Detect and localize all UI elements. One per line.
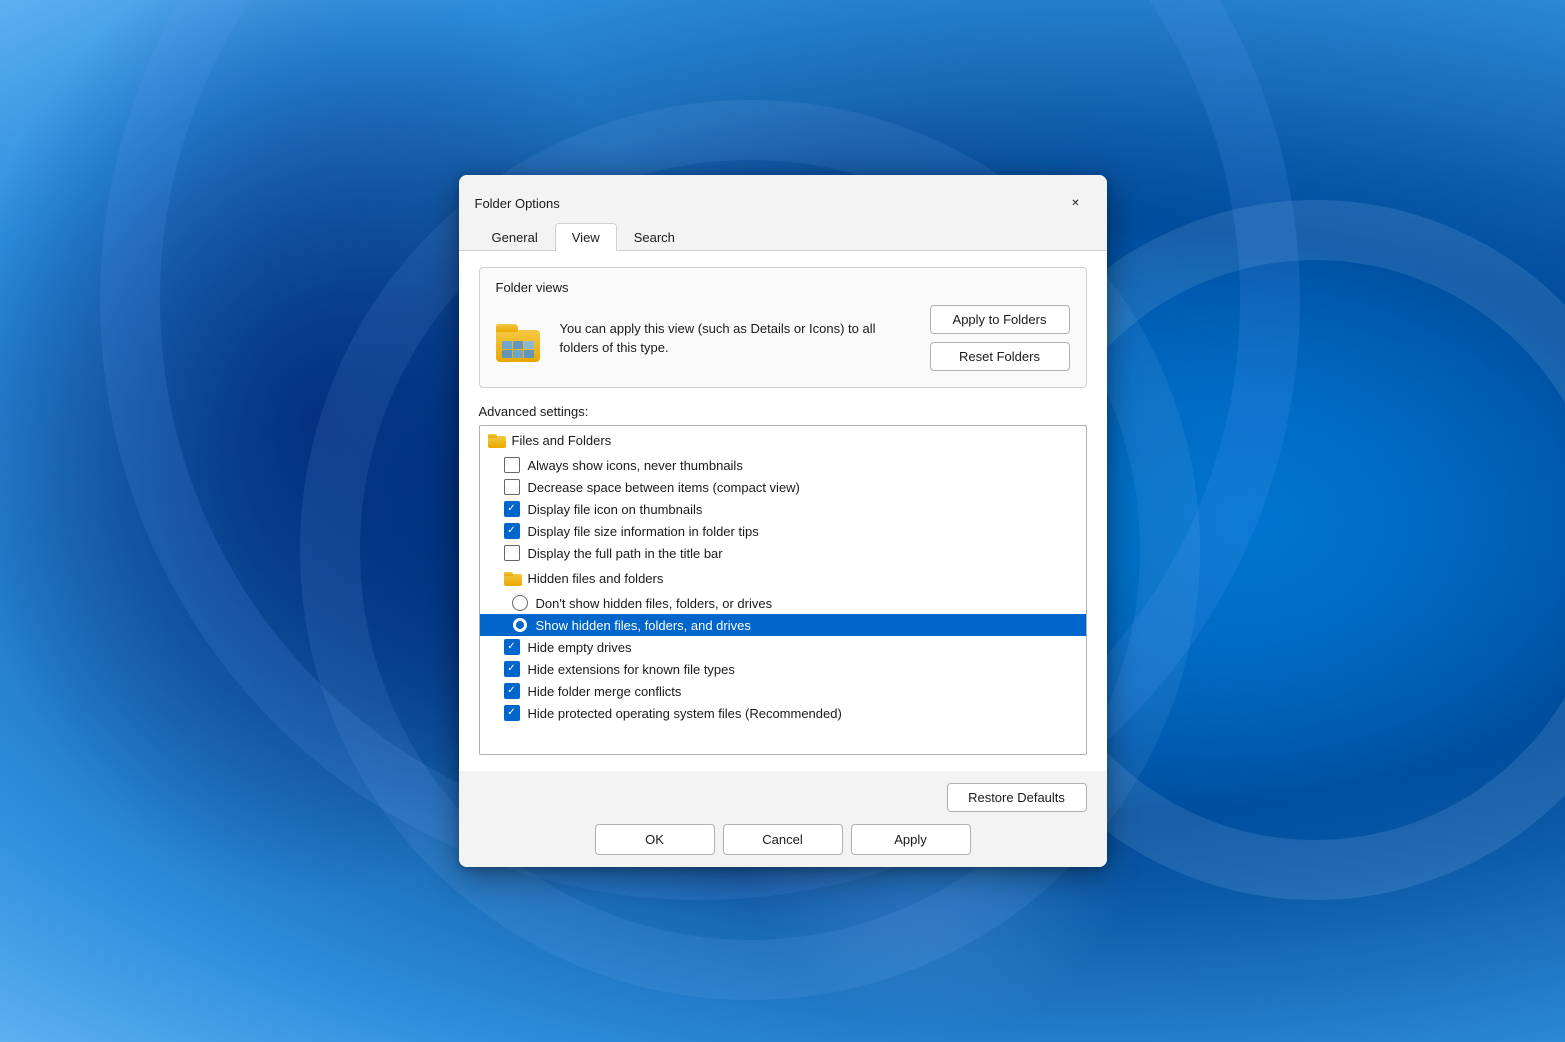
- grid-cell: [502, 341, 512, 349]
- folder-views-row: You can apply this view (such as Details…: [496, 305, 1070, 371]
- group-label: Files and Folders: [512, 433, 612, 448]
- setting-label: Display the full path in the title bar: [528, 546, 723, 561]
- tab-general[interactable]: General: [475, 223, 555, 251]
- settings-list[interactable]: Files and Folders Always show icons, nev…: [479, 425, 1087, 755]
- cancel-button[interactable]: Cancel: [723, 824, 843, 855]
- checkbox-display-file-icon[interactable]: [504, 501, 520, 517]
- restore-defaults-row: Restore Defaults: [479, 783, 1087, 812]
- checkbox-hide-extensions[interactable]: [504, 661, 520, 677]
- setting-label: Hide empty drives: [528, 640, 632, 655]
- folder-views-title: Folder views: [496, 280, 1070, 295]
- restore-defaults-button[interactable]: Restore Defaults: [947, 783, 1087, 812]
- checkbox-hide-folder-merge[interactable]: [504, 683, 520, 699]
- setting-always-show-icons[interactable]: Always show icons, never thumbnails: [480, 454, 1086, 476]
- tab-search[interactable]: Search: [617, 223, 692, 251]
- files-and-folders-group: Files and Folders: [480, 426, 1086, 454]
- setting-label: Don't show hidden files, folders, or dri…: [536, 596, 773, 611]
- action-buttons: OK Cancel Apply: [479, 824, 1087, 855]
- tab-content: Folder views You can apply this view (: [459, 251, 1107, 771]
- setting-label: Always show icons, never thumbnails: [528, 458, 743, 473]
- reset-folders-button[interactable]: Reset Folders: [930, 342, 1070, 371]
- setting-label: Hide protected operating system files (R…: [528, 706, 842, 721]
- tab-view[interactable]: View: [555, 223, 617, 251]
- hidden-files-group: Hidden files and folders: [480, 564, 1086, 592]
- setting-hide-empty-drives[interactable]: Hide empty drives: [480, 636, 1086, 658]
- folder-icon: [496, 314, 544, 362]
- hidden-group-label: Hidden files and folders: [528, 571, 664, 586]
- checkbox-decrease-space[interactable]: [504, 479, 520, 495]
- apply-button[interactable]: Apply: [851, 824, 971, 855]
- setting-label: Display file size information in folder …: [528, 524, 759, 539]
- setting-show-hidden[interactable]: Show hidden files, folders, and drives: [480, 614, 1086, 636]
- setting-hide-extensions[interactable]: Hide extensions for known file types: [480, 658, 1086, 680]
- close-button[interactable]: ✕: [1053, 187, 1099, 219]
- dialog-title: Folder Options: [475, 196, 560, 211]
- advanced-settings-label: Advanced settings:: [479, 404, 1087, 419]
- checkbox-always-show-icons[interactable]: [504, 457, 520, 473]
- setting-decrease-space[interactable]: Decrease space between items (compact vi…: [480, 476, 1086, 498]
- setting-label: Decrease space between items (compact vi…: [528, 480, 800, 495]
- setting-dont-show-hidden[interactable]: Don't show hidden files, folders, or dri…: [480, 592, 1086, 614]
- grid-cell: [524, 341, 534, 349]
- setting-display-file-size[interactable]: Display file size information in folder …: [480, 520, 1086, 542]
- apply-to-folders-button[interactable]: Apply to Folders: [930, 305, 1070, 334]
- setting-hide-folder-merge[interactable]: Hide folder merge conflicts: [480, 680, 1086, 702]
- folder-views-description: You can apply this view (such as Details…: [560, 319, 914, 358]
- setting-label: Hide extensions for known file types: [528, 662, 735, 677]
- setting-display-file-icon[interactable]: Display file icon on thumbnails: [480, 498, 1086, 520]
- folder-views-section: Folder views You can apply this view (: [479, 267, 1087, 388]
- folder-views-buttons: Apply to Folders Reset Folders: [930, 305, 1070, 371]
- folder-small-icon: [488, 432, 506, 448]
- setting-label: Hide folder merge conflicts: [528, 684, 682, 699]
- checkbox-hide-empty-drives[interactable]: [504, 639, 520, 655]
- setting-label: Display file icon on thumbnails: [528, 502, 703, 517]
- title-bar: Folder Options ✕: [459, 175, 1107, 219]
- grid-cell: [513, 341, 523, 349]
- radio-dont-show-hidden[interactable]: [512, 595, 528, 611]
- folder-grid: [502, 341, 534, 358]
- grid-cell: [524, 350, 534, 358]
- ok-button[interactable]: OK: [595, 824, 715, 855]
- radio-show-hidden[interactable]: [512, 617, 528, 633]
- folder-options-dialog: Folder Options ✕ General View Search Fol…: [459, 175, 1107, 867]
- setting-hide-protected-files[interactable]: Hide protected operating system files (R…: [480, 702, 1086, 724]
- checkbox-hide-protected-files[interactable]: [504, 705, 520, 721]
- grid-cell: [513, 350, 523, 358]
- bottom-area: Restore Defaults OK Cancel Apply: [459, 771, 1107, 867]
- hidden-folder-icon: [504, 570, 522, 586]
- tabs-container: General View Search: [459, 223, 1107, 251]
- setting-label: Show hidden files, folders, and drives: [536, 618, 751, 633]
- grid-cell: [502, 350, 512, 358]
- checkbox-display-file-size[interactable]: [504, 523, 520, 539]
- checkbox-display-full-path[interactable]: [504, 545, 520, 561]
- setting-display-full-path[interactable]: Display the full path in the title bar: [480, 542, 1086, 564]
